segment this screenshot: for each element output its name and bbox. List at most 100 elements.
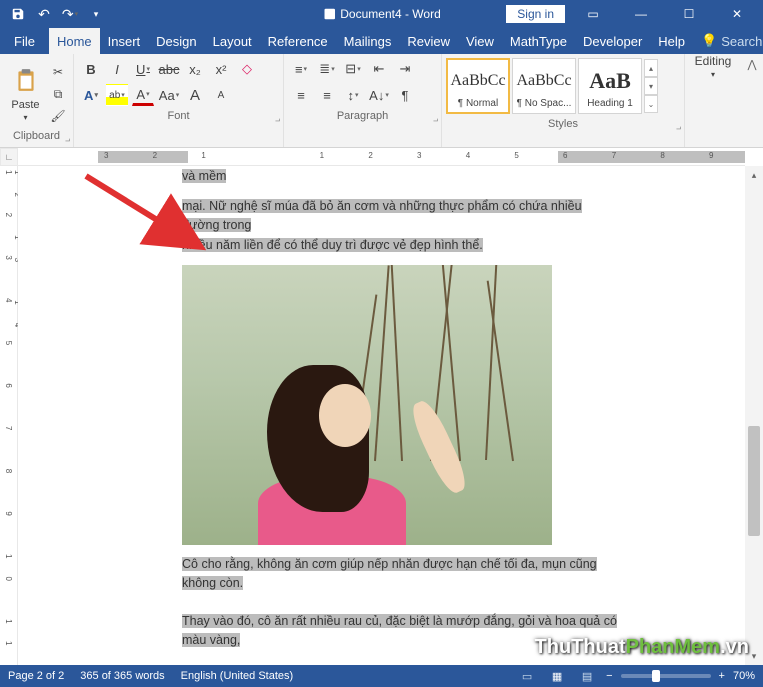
vertical-ruler[interactable]: 1 2 3 4 5 6 7 8 9 10 11 12 13 14 [0,166,18,665]
ribbon-tabs: File Home Insert Design Layout Reference… [0,28,763,54]
close-icon[interactable]: ✕ [717,0,757,28]
strike-button[interactable]: abc [158,58,180,80]
paste-button[interactable]: Paste ▾ [6,63,45,122]
redo-icon[interactable]: ↷ [58,2,82,26]
status-page[interactable]: Page 2 of 2 [8,670,64,682]
scroll-thumb[interactable] [748,426,760,536]
status-words[interactable]: 365 of 365 words [80,670,164,682]
format-painter-icon[interactable]: 🖌 [49,107,67,125]
zoom-in-icon[interactable]: + [719,670,725,682]
save-icon[interactable] [6,2,30,26]
subscript-button[interactable]: x₂ [184,58,206,80]
increase-indent-icon[interactable]: ⇥ [394,58,416,80]
paragraph-3: Cô cho rằng, không ăn cơm giúp nếp nhăn … [182,555,622,594]
window-title: Document4 - Word [322,7,440,21]
quick-access-toolbar: ↶ ↷ ▾ [0,2,108,26]
style-heading1[interactable]: AaB Heading 1 [578,58,642,114]
group-font: B I U abc x₂ x² ◇ A ab A Aa A A Font [74,54,284,147]
style-nospacing[interactable]: AaBbCc ¶ No Spac... [512,58,576,114]
group-label-clipboard: Clipboard [0,130,73,147]
undo-icon[interactable]: ↶ [32,2,56,26]
tab-mathtype[interactable]: MathType [502,28,575,54]
bullets-icon[interactable]: ≡ [290,58,312,80]
text-effects-button[interactable]: A [80,84,102,106]
grow-font-button[interactable]: A [184,84,206,106]
cut-icon[interactable]: ✂ [49,63,67,81]
underline-button[interactable]: U [132,58,154,80]
styles-down-icon[interactable]: ▾ [644,77,658,95]
copy-icon[interactable]: ⧉ [49,85,67,103]
print-layout-icon[interactable]: ▦ [546,667,568,685]
zoom-slider[interactable] [621,674,711,678]
scroll-up-icon[interactable]: ▴ [745,166,763,184]
highlight-button[interactable]: ab [106,84,128,106]
tab-home[interactable]: Home [49,28,100,54]
sort-icon[interactable]: A↓ [368,84,390,106]
tab-mailings[interactable]: Mailings [336,28,400,54]
superscript-button[interactable]: x² [210,58,232,80]
styles-scroll[interactable]: ▴ ▾ ⌄ [644,59,658,113]
shrink-font-button[interactable]: A [210,84,232,106]
editing-button[interactable]: Editing ▾ [685,54,741,79]
title-bar: ↶ ↷ ▾ Document4 - Word Sign in ▭ — ☐ ✕ [0,0,763,28]
web-layout-icon[interactable]: ▤ [576,667,598,685]
document-image[interactable] [182,265,552,545]
paragraph-1: Cô tiết lộ vì tính chất công việc thường… [182,166,622,187]
group-label-styles: Styles [442,118,684,135]
tab-layout[interactable]: Layout [205,28,260,54]
font-color-button[interactable]: A [132,84,154,106]
document-area: ∟ 3 2 1 1 2 3 4 5 6 7 8 9 10 11 12 13 14… [0,148,763,665]
word-icon [322,7,336,21]
change-case-button[interactable]: Aa [158,84,180,106]
line-spacing-icon[interactable]: ↕ [342,84,364,106]
group-editing: Editing ▾ . [685,54,741,147]
status-bar: Page 2 of 2 365 of 365 words English (Un… [0,665,763,687]
tab-help[interactable]: Help [650,28,693,54]
style-normal[interactable]: AaBbCc ¶ Normal [446,58,510,114]
vertical-scrollbar[interactable]: ▴ ▾ [745,166,763,665]
group-styles: AaBbCc ¶ Normal AaBbCc ¶ No Spac... AaB … [442,54,685,147]
tab-file[interactable]: File [0,28,49,54]
styles-up-icon[interactable]: ▴ [644,59,658,77]
ribbon: Paste ▾ ✂ ⧉ 🖌 Clipboard B I U abc x₂ x² … [0,54,763,148]
multilevel-icon[interactable]: ⊟ [342,58,364,80]
tab-design[interactable]: Design [148,28,204,54]
read-mode-icon[interactable]: ▭ [516,667,538,685]
numbering-icon[interactable]: ≣ [316,58,338,80]
ribbon-display-icon[interactable]: ▭ [573,0,613,28]
bold-button[interactable]: B [80,58,102,80]
zoom-level[interactable]: 70% [733,670,755,682]
signin-button[interactable]: Sign in [506,5,565,23]
collapse-ribbon-icon[interactable]: ⋀ [741,54,763,147]
horizontal-ruler[interactable]: 3 2 1 1 2 3 4 5 6 7 8 9 10 11 12 13 14 1… [18,148,745,166]
tab-developer[interactable]: Developer [575,28,650,54]
styles-more-icon[interactable]: ⌄ [644,95,658,113]
group-label-font: Font [74,110,283,127]
scroll-down-icon[interactable]: ▾ [745,647,763,665]
tell-me-search[interactable]: 💡Search [693,28,763,54]
align-center-icon[interactable]: ≡ [316,84,338,106]
italic-button[interactable]: I [106,58,128,80]
paragraph-4: Thay vào đó, cô ăn rất nhiều rau củ, đặc… [182,612,622,651]
lightbulb-icon: 💡 [701,33,717,49]
paragraph-2: mại. Nữ nghệ sĩ múa đã bỏ ăn cơm và nhữn… [182,197,622,255]
status-lang[interactable]: English (United States) [181,670,294,682]
tab-insert[interactable]: Insert [100,28,149,54]
document-canvas[interactable]: Cô tiết lộ vì tính chất công việc thường… [18,166,745,665]
zoom-out-icon[interactable]: − [606,670,612,682]
page: Cô tiết lộ vì tính chất công việc thường… [92,166,652,660]
clear-format-icon[interactable]: ◇ [236,58,258,80]
group-label-paragraph: Paragraph [284,110,441,127]
show-marks-icon[interactable]: ¶ [394,84,416,106]
minimize-icon[interactable]: — [621,0,661,28]
decrease-indent-icon[interactable]: ⇤ [368,58,390,80]
tab-selector[interactable]: ∟ [0,148,18,166]
group-paragraph: ≡ ≣ ⊟ ⇤ ⇥ ≡ ≡ ↕ A↓ ¶ Paragraph [284,54,442,147]
maximize-icon[interactable]: ☐ [669,0,709,28]
align-left-icon[interactable]: ≡ [290,84,312,106]
paste-icon [11,63,41,97]
tab-review[interactable]: Review [399,28,458,54]
qat-customize-icon[interactable]: ▾ [84,2,108,26]
tab-references[interactable]: Reference [260,28,336,54]
tab-view[interactable]: View [458,28,502,54]
